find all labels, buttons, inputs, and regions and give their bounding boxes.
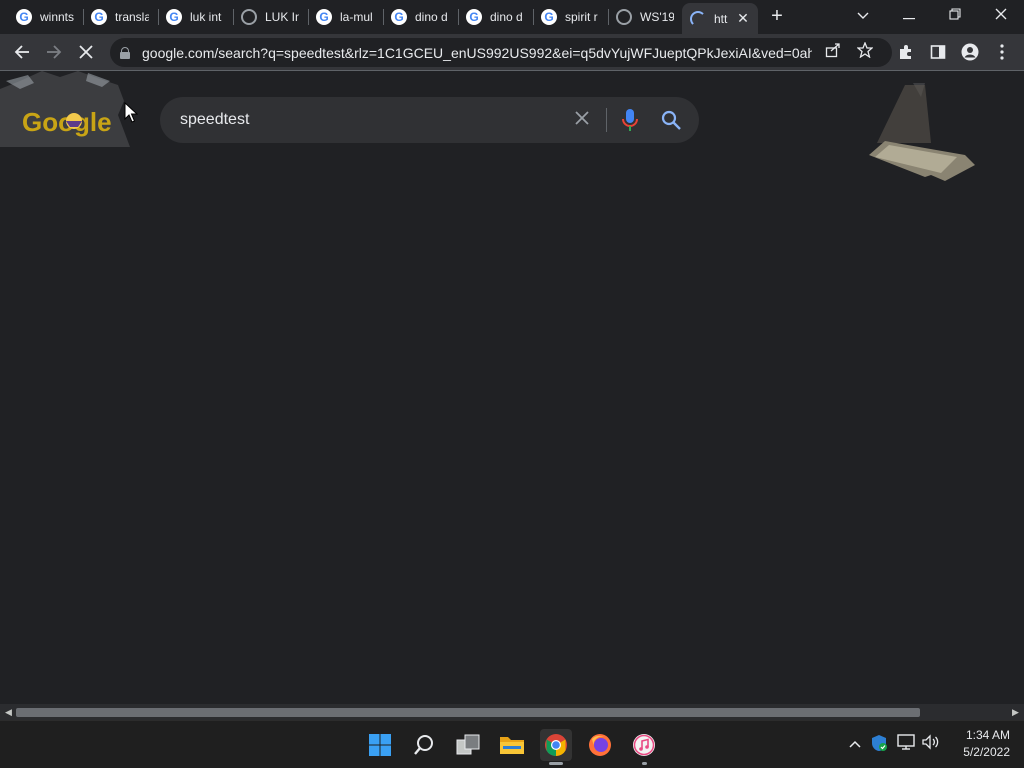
minimize-button[interactable]	[894, 4, 924, 26]
tab-2[interactable]: G transla	[83, 3, 149, 31]
side-panel-icon[interactable]	[926, 40, 950, 64]
chrome-taskbar-button[interactable]	[540, 729, 572, 761]
scroll-left-arrow-icon[interactable]: ◀	[5, 707, 12, 718]
tab-title: winnts	[40, 10, 74, 24]
new-tab-button[interactable]: +	[766, 6, 788, 28]
restore-button[interactable]	[940, 4, 970, 26]
windows-taskbar: 1:34 AM 5/2/2022	[0, 720, 1024, 768]
tab-1[interactable]: G winnts	[8, 3, 74, 31]
globe-icon	[616, 9, 632, 25]
windows-logo-icon	[369, 734, 391, 756]
tab-6[interactable]: G dino d	[383, 3, 449, 31]
google-doodle-logo[interactable]: Google	[0, 71, 130, 149]
tab-close-icon[interactable]: ✕	[736, 10, 750, 27]
volume-icon[interactable]	[921, 734, 941, 754]
tab-title: dino d	[415, 10, 448, 24]
tab-title: spirit r	[565, 10, 598, 24]
clear-search-icon[interactable]	[571, 109, 593, 131]
show-hidden-icons-chevron-icon[interactable]	[845, 734, 865, 754]
folder-icon	[500, 737, 524, 754]
google-g-icon: G	[166, 9, 182, 25]
tab-8[interactable]: G spirit r	[533, 3, 599, 31]
tab-4[interactable]: LUK In	[233, 3, 299, 31]
tab-7[interactable]: G dino d	[458, 3, 524, 31]
address-bar[interactable]: google.com/search?q=speedtest&rlz=1C1GCE…	[110, 38, 892, 67]
search-divider	[606, 108, 607, 132]
mouse-cursor-icon	[124, 102, 138, 123]
security-shield-icon[interactable]	[869, 734, 889, 754]
tab-strip: G winnts G transla G luk int LUK In G la…	[0, 0, 1024, 34]
clock-date: 5/2/2022	[963, 745, 1010, 759]
start-button[interactable]	[364, 729, 396, 761]
scroll-right-arrow-icon[interactable]: ▶	[1012, 707, 1019, 718]
tab-search-chevron-icon[interactable]	[848, 4, 878, 26]
tab-5[interactable]: G la-mul	[308, 3, 374, 31]
tab-title: transla	[115, 10, 149, 24]
google-g-icon: G	[316, 9, 332, 25]
google-g-icon: G	[466, 9, 482, 25]
active-app-indicator	[549, 762, 563, 765]
google-g-icon: G	[16, 9, 32, 25]
search-icon	[414, 735, 433, 755]
file-explorer-button[interactable]	[496, 729, 528, 761]
tab-title: htt	[714, 11, 728, 26]
task-view-icon	[456, 734, 480, 755]
voice-search-mic-icon[interactable]	[620, 108, 640, 132]
search-box[interactable]	[160, 97, 699, 143]
network-icon[interactable]	[896, 734, 916, 754]
running-app-indicator	[642, 762, 647, 765]
tab-3[interactable]: G luk int	[158, 3, 224, 31]
tab-title: la-mul	[340, 10, 373, 24]
share-icon[interactable]	[823, 42, 843, 62]
more-menu-icon[interactable]	[990, 40, 1014, 64]
tab-title: LUK In	[265, 10, 299, 24]
back-button[interactable]	[10, 40, 34, 64]
chrome-icon	[545, 734, 567, 756]
globe-icon	[241, 9, 257, 25]
firefox-icon	[589, 734, 611, 756]
task-view-button[interactable]	[452, 729, 484, 761]
taskbar-search-button[interactable]	[408, 729, 440, 761]
horizontal-scrollbar[interactable]: ◀ ▶	[0, 704, 1024, 720]
tab-active[interactable]: htt ✕	[682, 3, 758, 34]
system-clock[interactable]: 1:34 AM 5/2/2022	[948, 727, 1010, 761]
tab-title: WS'19	[640, 10, 674, 24]
google-g-icon: G	[91, 9, 107, 25]
itunes-music-icon	[633, 734, 655, 756]
clock-time: 1:34 AM	[965, 728, 1010, 742]
loading-spinner-icon	[690, 10, 706, 27]
page-content: Google	[0, 71, 1024, 704]
extensions-icon[interactable]	[894, 40, 918, 64]
google-g-icon: G	[541, 9, 557, 25]
lock-icon[interactable]	[120, 46, 130, 59]
url-text[interactable]: google.com/search?q=speedtest&rlz=1C1GCE…	[142, 45, 812, 61]
forward-button[interactable]	[42, 40, 66, 64]
tab-title: luk int	[190, 10, 222, 24]
browser-toolbar: google.com/search?q=speedtest&rlz=1C1GCE…	[0, 34, 1024, 71]
profile-icon[interactable]	[958, 40, 982, 64]
bookmark-star-icon[interactable]	[855, 41, 875, 62]
firefox-taskbar-button[interactable]	[584, 729, 616, 761]
tab-title: dino d	[490, 10, 523, 24]
stop-loading-button[interactable]	[74, 40, 98, 64]
search-input[interactable]	[180, 111, 560, 129]
search-submit-icon[interactable]	[660, 109, 682, 131]
scrollbar-thumb[interactable]	[16, 708, 920, 717]
google-g-icon: G	[391, 9, 407, 25]
tab-9[interactable]: WS'19	[608, 3, 674, 31]
close-window-button[interactable]	[986, 4, 1016, 26]
doodle-decoration	[869, 83, 975, 181]
itunes-taskbar-button[interactable]	[628, 729, 660, 761]
